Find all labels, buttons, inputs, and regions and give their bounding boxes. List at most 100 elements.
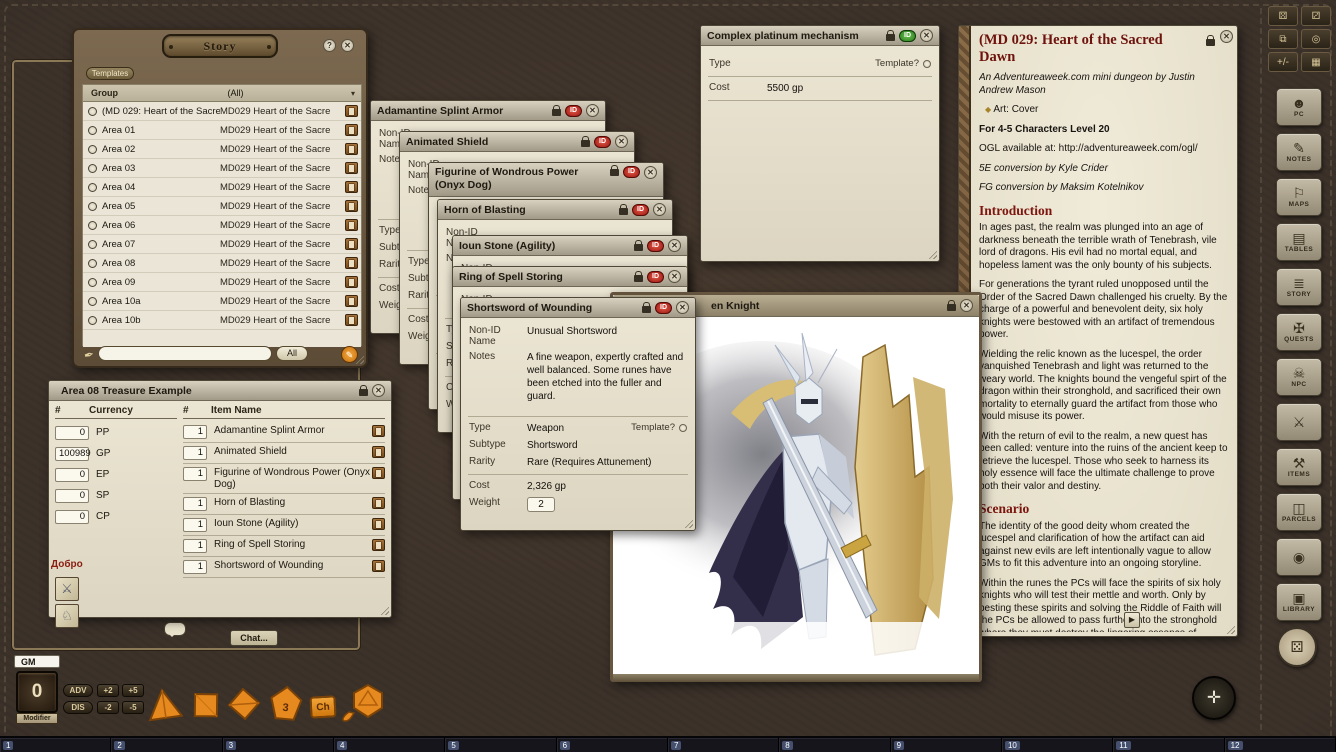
parcel-titlebar[interactable]: Area 08 Treasure Example ✕ — [49, 381, 391, 401]
link-icon[interactable] — [345, 257, 358, 269]
adv-button[interactable]: ADV — [63, 684, 93, 697]
hotbar-slot[interactable]: 9 — [891, 738, 1002, 752]
toolbar-button[interactable]: +/- — [1268, 52, 1298, 72]
field-value[interactable]: Rare (Requires Attunement) — [527, 456, 687, 469]
lock-icon[interactable] — [619, 208, 628, 215]
story-list-item[interactable]: Area 02 MD029 Heart of the Sacre — [83, 140, 361, 159]
item-titlebar[interactable]: Adamantine Splint Armor ID ✕ — [371, 101, 605, 121]
item-count[interactable]: 1 — [183, 467, 207, 481]
d4-die[interactable] — [144, 684, 185, 725]
pointer-mode-button[interactable]: ✛ — [1192, 676, 1236, 720]
link-icon[interactable] — [345, 162, 358, 174]
radio-icon[interactable] — [88, 183, 97, 192]
radio-icon[interactable] — [88, 145, 97, 154]
close-icon[interactable]: ✕ — [676, 301, 689, 314]
story-list-item[interactable]: Area 01 MD029 Heart of the Sacre — [83, 121, 361, 140]
id-badge[interactable]: ID — [655, 302, 672, 314]
item-count[interactable]: 1 — [183, 560, 207, 574]
chat-speaker-chip[interactable]: GM — [14, 655, 60, 668]
search-input[interactable] — [98, 346, 272, 361]
toolbar-button[interactable]: ▦ — [1301, 52, 1331, 72]
radio-icon[interactable] — [88, 221, 97, 230]
story-list-item[interactable]: Area 03 MD029 Heart of the Sacre — [83, 159, 361, 178]
weight-box[interactable]: 2 — [527, 497, 555, 512]
currency-amount[interactable]: 0 — [55, 489, 89, 503]
d6-die[interactable] — [185, 686, 222, 723]
chat-bubble-icon[interactable] — [164, 622, 186, 636]
radio-icon[interactable] — [88, 240, 97, 249]
id-badge[interactable]: ID — [623, 166, 640, 178]
toolbar-button[interactable]: ⧉ — [1268, 29, 1298, 49]
close-icon[interactable]: ✕ — [644, 166, 657, 179]
radio-icon[interactable] — [88, 278, 97, 287]
modifier-box[interactable]: 0 — [16, 671, 58, 713]
resize-grip[interactable] — [682, 517, 693, 528]
hotbar-slot[interactable]: 5 — [445, 738, 556, 752]
story-list-item[interactable]: Area 07 MD029 Heart of the Sacre — [83, 235, 361, 254]
item-titlebar[interactable]: Figurine of Wondrous Power (Onyx Dog) ID… — [429, 163, 663, 197]
item-titlebar[interactable]: Horn of Blasting ID ✕ — [438, 200, 672, 220]
story-list-item[interactable]: Area 10a MD029 Heart of the Sacre — [83, 292, 361, 311]
lock-icon[interactable] — [886, 34, 895, 41]
currency-amount[interactable]: 100989 — [55, 447, 89, 461]
lock-icon[interactable] — [581, 140, 590, 147]
id-badge[interactable]: ID — [565, 105, 582, 117]
templates-button[interactable]: Templates — [86, 67, 134, 80]
all-filter-button[interactable]: All — [276, 346, 308, 361]
play-button[interactable]: ▶ — [1124, 612, 1140, 628]
lock-icon[interactable] — [552, 109, 561, 116]
sidebar-button[interactable]: ✠ QUESTS — [1276, 313, 1322, 351]
currency-amount[interactable]: 0 — [55, 426, 89, 440]
item-titlebar[interactable]: Ring of Spell Storing ID ✕ — [453, 267, 687, 287]
chat-tab[interactable]: Chat... — [230, 630, 278, 646]
sidebar-button[interactable]: ▤ TABLES — [1276, 223, 1322, 261]
link-icon[interactable] — [345, 219, 358, 231]
story-list-item[interactable]: (MD 029: Heart of the Sacre MD029 Heart … — [83, 102, 361, 121]
radio-icon[interactable] — [88, 259, 97, 268]
sidebar-button[interactable]: ◫ PARCELS — [1276, 493, 1322, 531]
item-titlebar[interactable]: Complex platinum mechanism ID ✕ — [701, 26, 939, 46]
link-icon[interactable] — [345, 200, 358, 212]
sidebar-button[interactable]: ⚔ — [1276, 403, 1322, 441]
link-icon[interactable] — [345, 238, 358, 250]
sidebar-button[interactable]: ◉ — [1276, 538, 1322, 576]
hotbar-slot[interactable]: 4 — [334, 738, 445, 752]
radio-icon[interactable] — [88, 297, 97, 306]
plus5-button[interactable]: +5 — [122, 684, 144, 697]
minus5-button[interactable]: -5 — [122, 701, 144, 714]
item-count[interactable]: 1 — [183, 539, 207, 553]
item-link-icon[interactable] — [372, 497, 385, 509]
item-link-icon[interactable] — [372, 425, 385, 437]
close-icon[interactable]: ✕ — [668, 270, 681, 283]
close-icon[interactable]: ✕ — [586, 104, 599, 117]
story-window-title[interactable]: Story — [162, 34, 278, 58]
sidebar-button[interactable]: ☻ PC — [1276, 88, 1322, 126]
link-icon[interactable] — [345, 295, 358, 307]
id-badge[interactable]: ID — [594, 136, 611, 148]
item-count[interactable]: 1 — [183, 446, 207, 460]
sidebar-button[interactable]: ⚒ ITEMS — [1276, 448, 1322, 486]
sidebar-button[interactable]: ≣ STORY — [1276, 268, 1322, 306]
hotbar-slot[interactable]: 7 — [668, 738, 779, 752]
lock-icon[interactable] — [642, 306, 651, 313]
item-count[interactable]: 1 — [183, 425, 207, 439]
story-list-item[interactable]: Area 09 MD029 Heart of the Sacre — [83, 273, 361, 292]
field-value[interactable]: 5500 gp — [767, 82, 931, 95]
radio-icon[interactable] — [88, 107, 97, 116]
template-radio[interactable] — [923, 60, 931, 68]
item-link-icon[interactable] — [372, 518, 385, 530]
item-token-icon[interactable]: ⚔ — [55, 577, 79, 601]
link-icon[interactable] — [345, 105, 358, 117]
item-titlebar[interactable]: Animated Shield ID ✕ — [400, 132, 634, 152]
d20-die[interactable] — [341, 682, 387, 722]
toolbar-button[interactable]: ⚂ — [1301, 6, 1331, 26]
item-count[interactable]: 1 — [183, 518, 207, 532]
item-link-icon[interactable] — [372, 560, 385, 572]
hotbar-slot[interactable]: 11 — [1113, 738, 1224, 752]
close-icon[interactable]: ✕ — [653, 203, 666, 216]
item-token-icon[interactable]: ♘ — [55, 604, 79, 628]
link-icon[interactable] — [345, 143, 358, 155]
item-link-icon[interactable] — [372, 467, 385, 479]
currency-amount[interactable]: 0 — [55, 468, 89, 482]
close-icon[interactable]: ✕ — [372, 384, 385, 397]
